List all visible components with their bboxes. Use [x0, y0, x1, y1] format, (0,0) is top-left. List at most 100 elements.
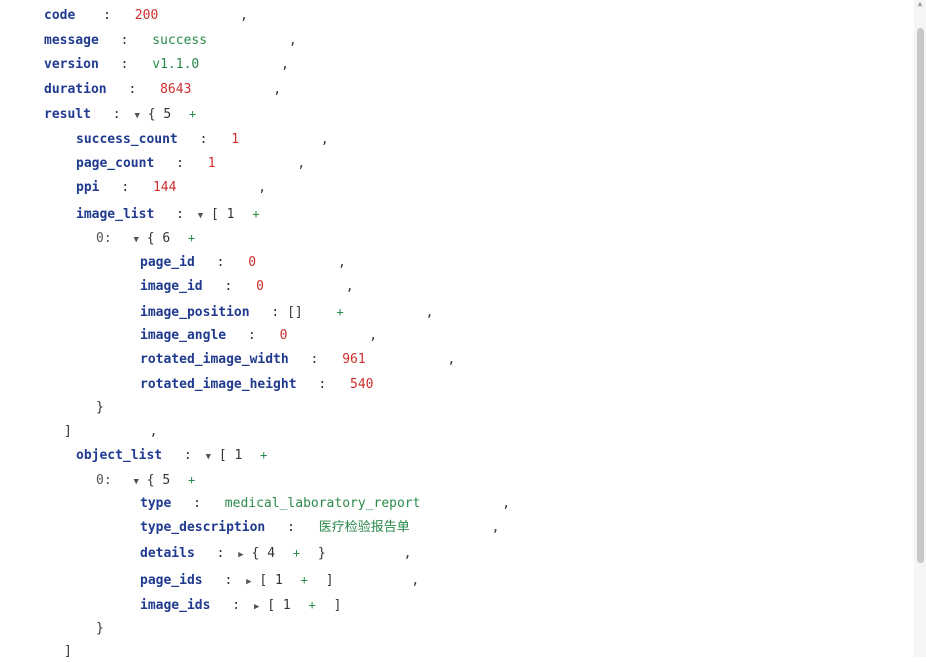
key-image-id: image_id — [140, 279, 203, 294]
value-version[interactable]: v1.1.0 — [152, 57, 199, 72]
comma: , — [491, 520, 500, 535]
value-type-description[interactable]: 医疗检验报告单 — [319, 520, 410, 535]
row-page-ids: page_ids : ▶ [ 1 + ] , — [140, 570, 419, 590]
colon: : — [271, 305, 280, 320]
row-details: details : ▶ { 4 + } , — [140, 543, 411, 563]
value-message[interactable]: success — [152, 33, 207, 48]
value-rotated-image-width[interactable]: 961 — [342, 352, 365, 367]
index-label: 0: — [96, 231, 112, 246]
comma: , — [447, 352, 456, 367]
row-image-position: image_position : [] + , — [140, 302, 433, 322]
comma: , — [240, 8, 248, 23]
comma: , — [297, 156, 306, 171]
plus-icon[interactable]: + — [252, 207, 259, 221]
row-rotated-image-height: rotated_image_height : 540 — [140, 375, 374, 395]
colon: : — [120, 33, 129, 48]
scrollbar-thumb[interactable] — [917, 28, 924, 563]
comma: , — [273, 82, 282, 97]
plus-icon[interactable]: + — [188, 473, 195, 487]
item-count: 5 — [162, 473, 171, 488]
row-ppi: ppi : 144 , — [76, 178, 266, 198]
close-brace: } — [317, 546, 326, 561]
key-type: type — [140, 496, 172, 511]
colon: : — [199, 132, 208, 147]
key-rotated-image-height: rotated_image_height — [140, 377, 297, 392]
plus-icon[interactable]: + — [260, 448, 267, 462]
plus-icon[interactable]: + — [189, 107, 196, 121]
comma: , — [369, 328, 378, 343]
plus-icon[interactable]: + — [301, 573, 308, 587]
value-ppi[interactable]: 144 — [153, 180, 176, 195]
caret-down-icon[interactable]: ▼ — [133, 235, 138, 245]
value-rotated-image-height[interactable]: 540 — [350, 377, 373, 392]
caret-down-icon[interactable]: ▼ — [134, 111, 139, 121]
image-list-count: 1 — [226, 207, 235, 222]
row-success-count: success_count : 1 , — [76, 130, 329, 150]
row-object-list-item-0: 0: ▼ { 5 + — [96, 470, 195, 490]
image-ids-count: 1 — [282, 598, 291, 613]
key-page-id: page_id — [140, 255, 195, 270]
comma: , — [337, 255, 346, 270]
value-duration[interactable]: 8643 — [160, 82, 191, 97]
caret-right-icon[interactable]: ▶ — [254, 602, 259, 612]
comma: , — [258, 180, 267, 195]
value-page-id[interactable]: 0 — [248, 255, 256, 270]
value-page-count[interactable]: 1 — [208, 156, 216, 171]
key-image-position: image_position — [140, 305, 250, 320]
value-image-angle[interactable]: 0 — [280, 328, 288, 343]
key-image-list: image_list — [76, 207, 155, 222]
comma: , — [502, 496, 511, 511]
open-brace: { — [146, 473, 155, 488]
key-ppi: ppi — [76, 180, 100, 195]
page-ids-count: 1 — [275, 573, 283, 588]
key-duration: duration — [44, 82, 107, 97]
key-details: details — [140, 546, 195, 561]
plus-icon[interactable]: + — [293, 546, 300, 560]
row-close-bracket: ] , — [64, 422, 157, 442]
key-type-description: type_description — [140, 520, 266, 535]
value-success-count[interactable]: 1 — [231, 132, 239, 147]
caret-down-icon[interactable]: ▼ — [206, 452, 211, 462]
row-page-count: page_count : 1 , — [76, 154, 305, 174]
open-brace: { — [146, 231, 155, 246]
plus-icon[interactable]: + — [337, 305, 344, 319]
caret-down-icon[interactable]: ▼ — [198, 211, 203, 221]
close-bracket: ] — [333, 598, 342, 613]
scroll-up-arrow-icon[interactable]: ▲ — [916, 0, 924, 8]
value-image-id[interactable]: 0 — [256, 279, 264, 294]
row-message: message : success , — [44, 31, 297, 51]
plus-icon[interactable]: + — [188, 231, 195, 245]
row-version: version : v1.1.0 , — [44, 55, 289, 75]
row-image-id: image_id : 0 , — [140, 277, 354, 297]
caret-down-icon[interactable]: ▼ — [133, 477, 138, 487]
colon: : — [232, 598, 241, 613]
result-count: 5 — [163, 107, 172, 122]
key-code: code — [44, 8, 76, 23]
key-version: version — [44, 57, 99, 72]
caret-right-icon[interactable]: ▶ — [246, 577, 251, 587]
key-page-ids: page_ids — [140, 573, 203, 588]
comma: , — [281, 57, 289, 72]
comma: , — [149, 424, 158, 439]
open-bracket: [ — [218, 448, 227, 463]
comma: , — [288, 33, 297, 48]
caret-right-icon[interactable]: ▶ — [238, 550, 243, 560]
plus-icon[interactable]: + — [309, 598, 316, 612]
key-rotated-image-width: rotated_image_width — [140, 352, 289, 367]
details-count: 4 — [267, 546, 276, 561]
row-close-brace: } — [96, 619, 104, 639]
open-brace: { — [251, 546, 260, 561]
value-image-position[interactable]: [] — [287, 305, 303, 320]
colon: : — [216, 546, 225, 561]
row-duration: duration : 8643 , — [44, 80, 281, 100]
colon: : — [120, 57, 129, 72]
key-page-count: page_count — [76, 156, 155, 171]
value-code[interactable]: 200 — [135, 8, 158, 23]
value-type[interactable]: medical_laboratory_report — [225, 496, 421, 511]
colon: : — [121, 180, 130, 195]
colon: : — [183, 448, 192, 463]
key-message: message — [44, 33, 99, 48]
row-page-id: page_id : 0 , — [140, 253, 346, 273]
row-close-brace: } — [96, 398, 104, 418]
row-object-list: object_list : ▼ [ 1 + — [76, 445, 267, 465]
